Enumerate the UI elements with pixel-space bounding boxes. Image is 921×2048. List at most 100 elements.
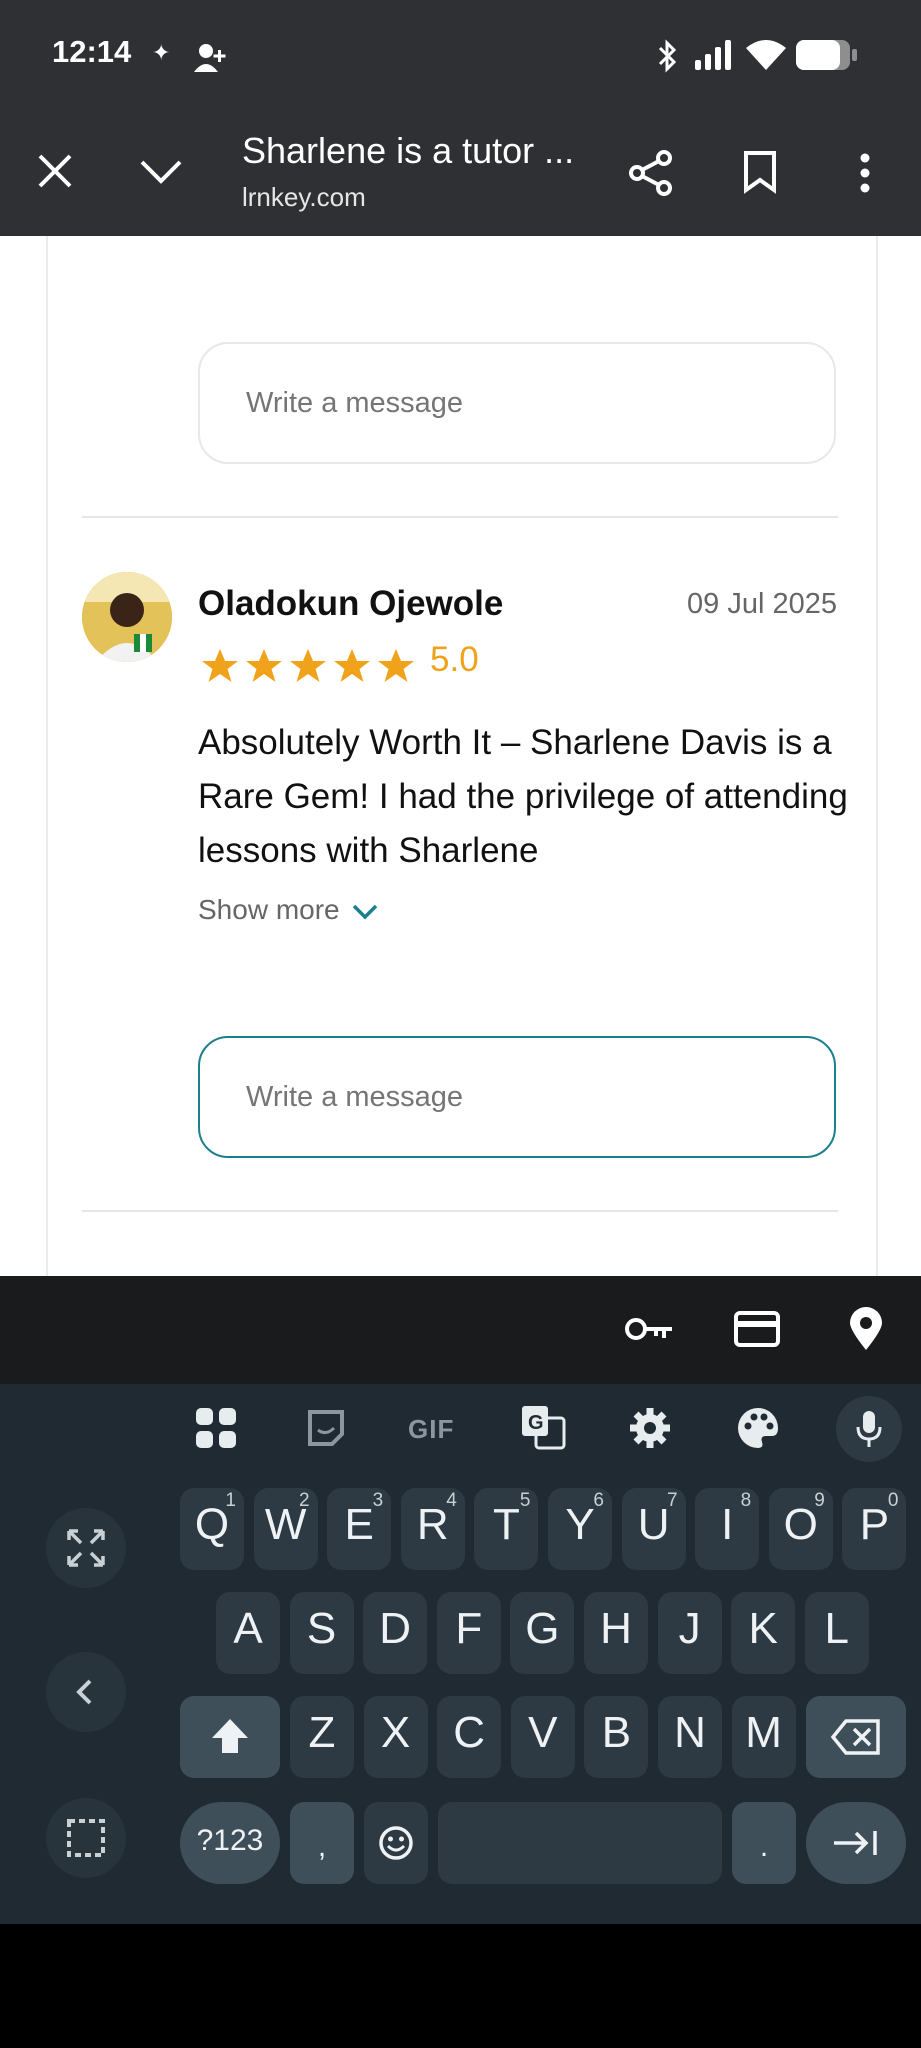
key-o[interactable]: O9 (768, 1488, 833, 1570)
key-j[interactable]: J (657, 1592, 722, 1674)
mic-button[interactable] (836, 1396, 902, 1462)
chevron-down-icon[interactable] (138, 158, 184, 186)
key-f[interactable]: F (436, 1592, 501, 1674)
expand-icon (67, 1529, 105, 1567)
emoji-icon (379, 1826, 413, 1860)
key-z-label: Z (308, 1708, 336, 1757)
star-rating (200, 646, 420, 686)
message-input-box-focused[interactable] (198, 1036, 836, 1158)
more-options-icon[interactable] (858, 152, 872, 194)
chevron-down-icon (353, 904, 378, 920)
key-i[interactable]: I8 (695, 1488, 760, 1570)
share-icon[interactable] (628, 150, 674, 196)
key-h[interactable]: H (584, 1592, 648, 1674)
review-date: 09 Jul 2025 (687, 588, 837, 620)
space-bar[interactable] (438, 1802, 722, 1884)
location-pin-icon[interactable] (848, 1306, 884, 1352)
signal-icon (695, 40, 731, 70)
symbols-key-label: ?123 (196, 1824, 264, 1857)
apps-grid-icon[interactable] (194, 1406, 238, 1450)
key-c[interactable]: C (437, 1696, 502, 1778)
key-x-label: X (380, 1708, 411, 1757)
expand-keyboard-button[interactable] (46, 1508, 126, 1588)
key-e[interactable]: E3 (327, 1488, 392, 1570)
key-a[interactable]: A (216, 1592, 280, 1674)
key-m[interactable]: M (731, 1696, 796, 1778)
key-n[interactable]: N (658, 1696, 722, 1778)
backspace-key[interactable] (806, 1696, 906, 1778)
message-input[interactable] (244, 1072, 788, 1122)
key-x[interactable]: X (363, 1696, 428, 1778)
key-l-label: L (824, 1604, 850, 1653)
key-l[interactable]: L (804, 1592, 869, 1674)
message-input[interactable] (244, 378, 788, 428)
key-y[interactable]: Y6 (548, 1488, 612, 1570)
key-t-hint: 5 (519, 1490, 531, 1511)
key-y-hint: 6 (593, 1490, 604, 1511)
review-text: Absolutely Worth It – Sharlene Davis is … (198, 723, 848, 870)
period-key[interactable]: . (732, 1802, 796, 1884)
comma-key-label: , (317, 1830, 327, 1863)
symbols-key[interactable]: ?123 (180, 1802, 280, 1884)
key-s-label: S (306, 1604, 337, 1653)
translate-icon[interactable]: G (520, 1404, 566, 1450)
page-title: Sharlene is a tutor ... (242, 130, 575, 171)
backspace-icon (830, 1719, 880, 1755)
close-icon[interactable] (36, 152, 74, 190)
chevron-left-icon (76, 1679, 92, 1705)
divider (82, 516, 838, 518)
key-a-label: A (233, 1604, 263, 1653)
credit-card-icon[interactable] (734, 1310, 780, 1348)
svg-text:G: G (528, 1412, 544, 1434)
palette-icon[interactable] (736, 1406, 780, 1450)
key-t[interactable]: T5 (474, 1488, 539, 1570)
avatar (82, 572, 172, 662)
key-g[interactable]: G (510, 1592, 575, 1674)
star-icon (378, 649, 414, 682)
key-w-hint: 2 (299, 1490, 310, 1511)
shift-key[interactable] (180, 1696, 280, 1778)
key-v[interactable]: V (510, 1696, 575, 1778)
key-b[interactable]: B (584, 1696, 649, 1778)
key-i-hint: 8 (740, 1490, 752, 1511)
shift-icon (212, 1719, 248, 1753)
comma-key[interactable]: , (290, 1802, 354, 1884)
key-z[interactable]: Z (290, 1696, 354, 1778)
cursor-left-button[interactable] (46, 1652, 126, 1732)
page-content: Oladokun Ojewole 09 Jul 2025 5.0 Absolut… (0, 236, 921, 1276)
key-s[interactable]: S (289, 1592, 354, 1674)
reviewer-name[interactable]: Oladokun Ojewole (198, 584, 503, 624)
bookmark-icon[interactable] (742, 150, 778, 194)
sparkle-icon: ✦ (152, 40, 171, 65)
key-k[interactable]: K (731, 1592, 796, 1674)
period-key-label: . (759, 1830, 769, 1863)
key-icon[interactable] (624, 1312, 676, 1346)
key-d[interactable]: D (363, 1592, 428, 1674)
key-e-hint: 3 (372, 1490, 384, 1511)
enter-key[interactable] (806, 1802, 906, 1884)
key-v-label: V (528, 1708, 558, 1757)
sticker-icon[interactable] (306, 1408, 346, 1448)
key-g-label: G (525, 1604, 560, 1653)
key-h-label: H (600, 1604, 632, 1653)
avatar-image (82, 572, 172, 662)
key-u[interactable]: U7 (621, 1488, 686, 1570)
autofill-bar (0, 1276, 921, 1384)
key-m-label: M (745, 1708, 782, 1757)
gif-button[interactable]: GIF (408, 1414, 454, 1445)
key-p[interactable]: P0 (842, 1488, 907, 1570)
key-w[interactable]: W2 (253, 1488, 318, 1570)
emoji-key[interactable] (364, 1802, 428, 1884)
key-c-label: C (453, 1708, 486, 1757)
star-icon (290, 649, 326, 682)
selection-icon (67, 1819, 105, 1857)
message-input-box[interactable] (198, 342, 836, 464)
show-more-link[interactable]: Show more (198, 894, 379, 926)
key-j-label: J (678, 1604, 701, 1653)
text-select-button[interactable] (46, 1798, 126, 1878)
key-q[interactable]: Q1 (180, 1488, 244, 1570)
gear-icon[interactable] (628, 1406, 672, 1450)
key-d-label: D (379, 1604, 412, 1653)
key-b-label: B (601, 1708, 632, 1757)
key-r[interactable]: R4 (400, 1488, 465, 1570)
